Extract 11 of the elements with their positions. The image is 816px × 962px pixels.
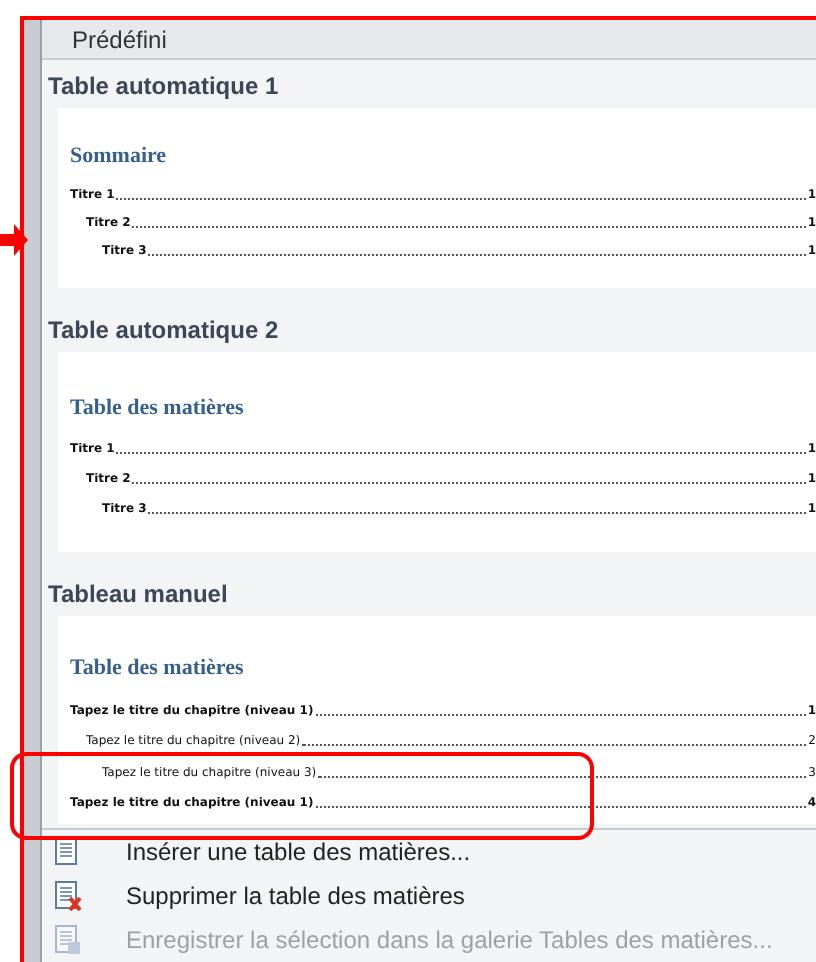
document-icon [54, 836, 82, 868]
menu-header: Prédéfini [42, 20, 816, 60]
document-x-icon [54, 880, 82, 912]
gallery-section-title: Tableau manuel [46, 578, 230, 612]
gallery-section-title: Table automatique 2 [46, 314, 281, 348]
menu-item[interactable]: Supprimer la table des matières [42, 874, 816, 918]
toc-heading: Sommaire [70, 144, 169, 168]
gallery-section-title: Table automatique 1 [46, 70, 281, 104]
menu-item[interactable]: Insérer une table des matières... [42, 830, 816, 874]
toc-heading: Table des matières [70, 396, 246, 420]
toc-heading: Table des matières [70, 656, 246, 680]
